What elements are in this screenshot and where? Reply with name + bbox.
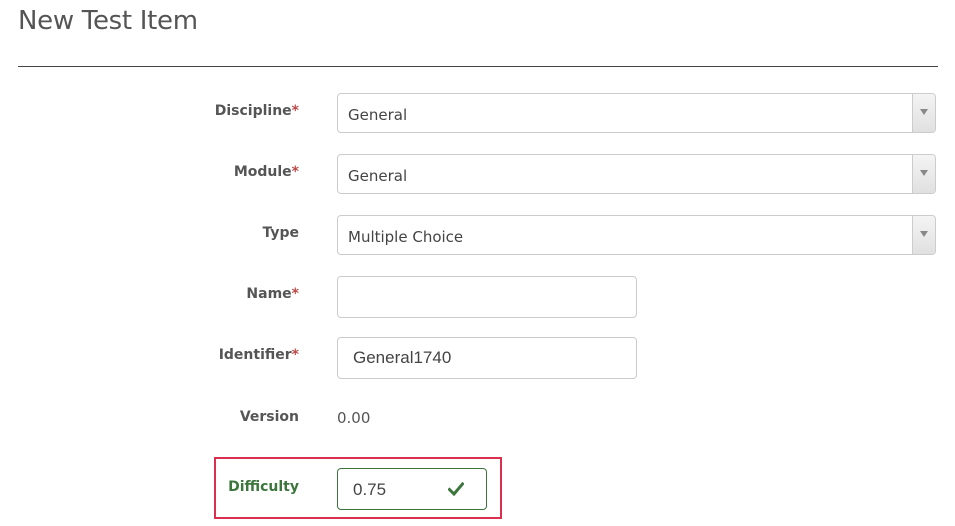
discipline-label: Discipline*: [215, 103, 299, 119]
new-test-item-page: New Test Item Discipline* General Module…: [0, 0, 955, 526]
difficulty-input[interactable]: 0.75: [337, 468, 487, 510]
difficulty-label: Difficulty: [228, 479, 299, 495]
type-dropdown-toggle[interactable]: [912, 216, 935, 254]
discipline-label-text: Discipline: [214, 103, 292, 119]
version-label: Version: [240, 409, 299, 425]
title-divider: [18, 66, 938, 67]
discipline-dropdown-toggle[interactable]: [912, 94, 935, 132]
type-select-value: Multiple Choice: [348, 228, 464, 246]
type-label: Type: [262, 225, 299, 241]
module-select-value: General: [348, 167, 408, 185]
name-input[interactable]: [337, 276, 637, 318]
version-label-text: Version: [239, 409, 299, 425]
name-label-text: Name: [246, 286, 292, 302]
module-select[interactable]: General: [337, 154, 936, 194]
required-marker: *: [291, 164, 299, 180]
caret-down-icon: [920, 109, 928, 115]
check-icon: [448, 482, 464, 496]
identifier-label: Identifier*: [219, 347, 299, 363]
module-label: Module*: [234, 164, 299, 180]
identifier-label-text: Identifier: [218, 347, 292, 363]
required-marker: *: [291, 286, 299, 302]
type-label-text: Type: [262, 225, 299, 241]
caret-down-icon: [920, 170, 928, 176]
module-dropdown-toggle[interactable]: [912, 155, 935, 193]
caret-down-icon: [920, 231, 928, 237]
difficulty-label-text: Difficulty: [228, 479, 299, 495]
difficulty-input-value: 0.75: [353, 480, 387, 499]
required-marker: *: [291, 103, 299, 119]
page-title: New Test Item: [18, 6, 198, 36]
version-value: 0.00: [337, 409, 371, 427]
discipline-select[interactable]: General: [337, 93, 936, 133]
name-label: Name*: [246, 286, 299, 302]
module-label-text: Module: [233, 164, 292, 180]
discipline-select-value: General: [348, 106, 408, 124]
type-select[interactable]: Multiple Choice: [337, 215, 936, 255]
identifier-input[interactable]: [337, 337, 637, 379]
required-marker: *: [291, 347, 299, 363]
